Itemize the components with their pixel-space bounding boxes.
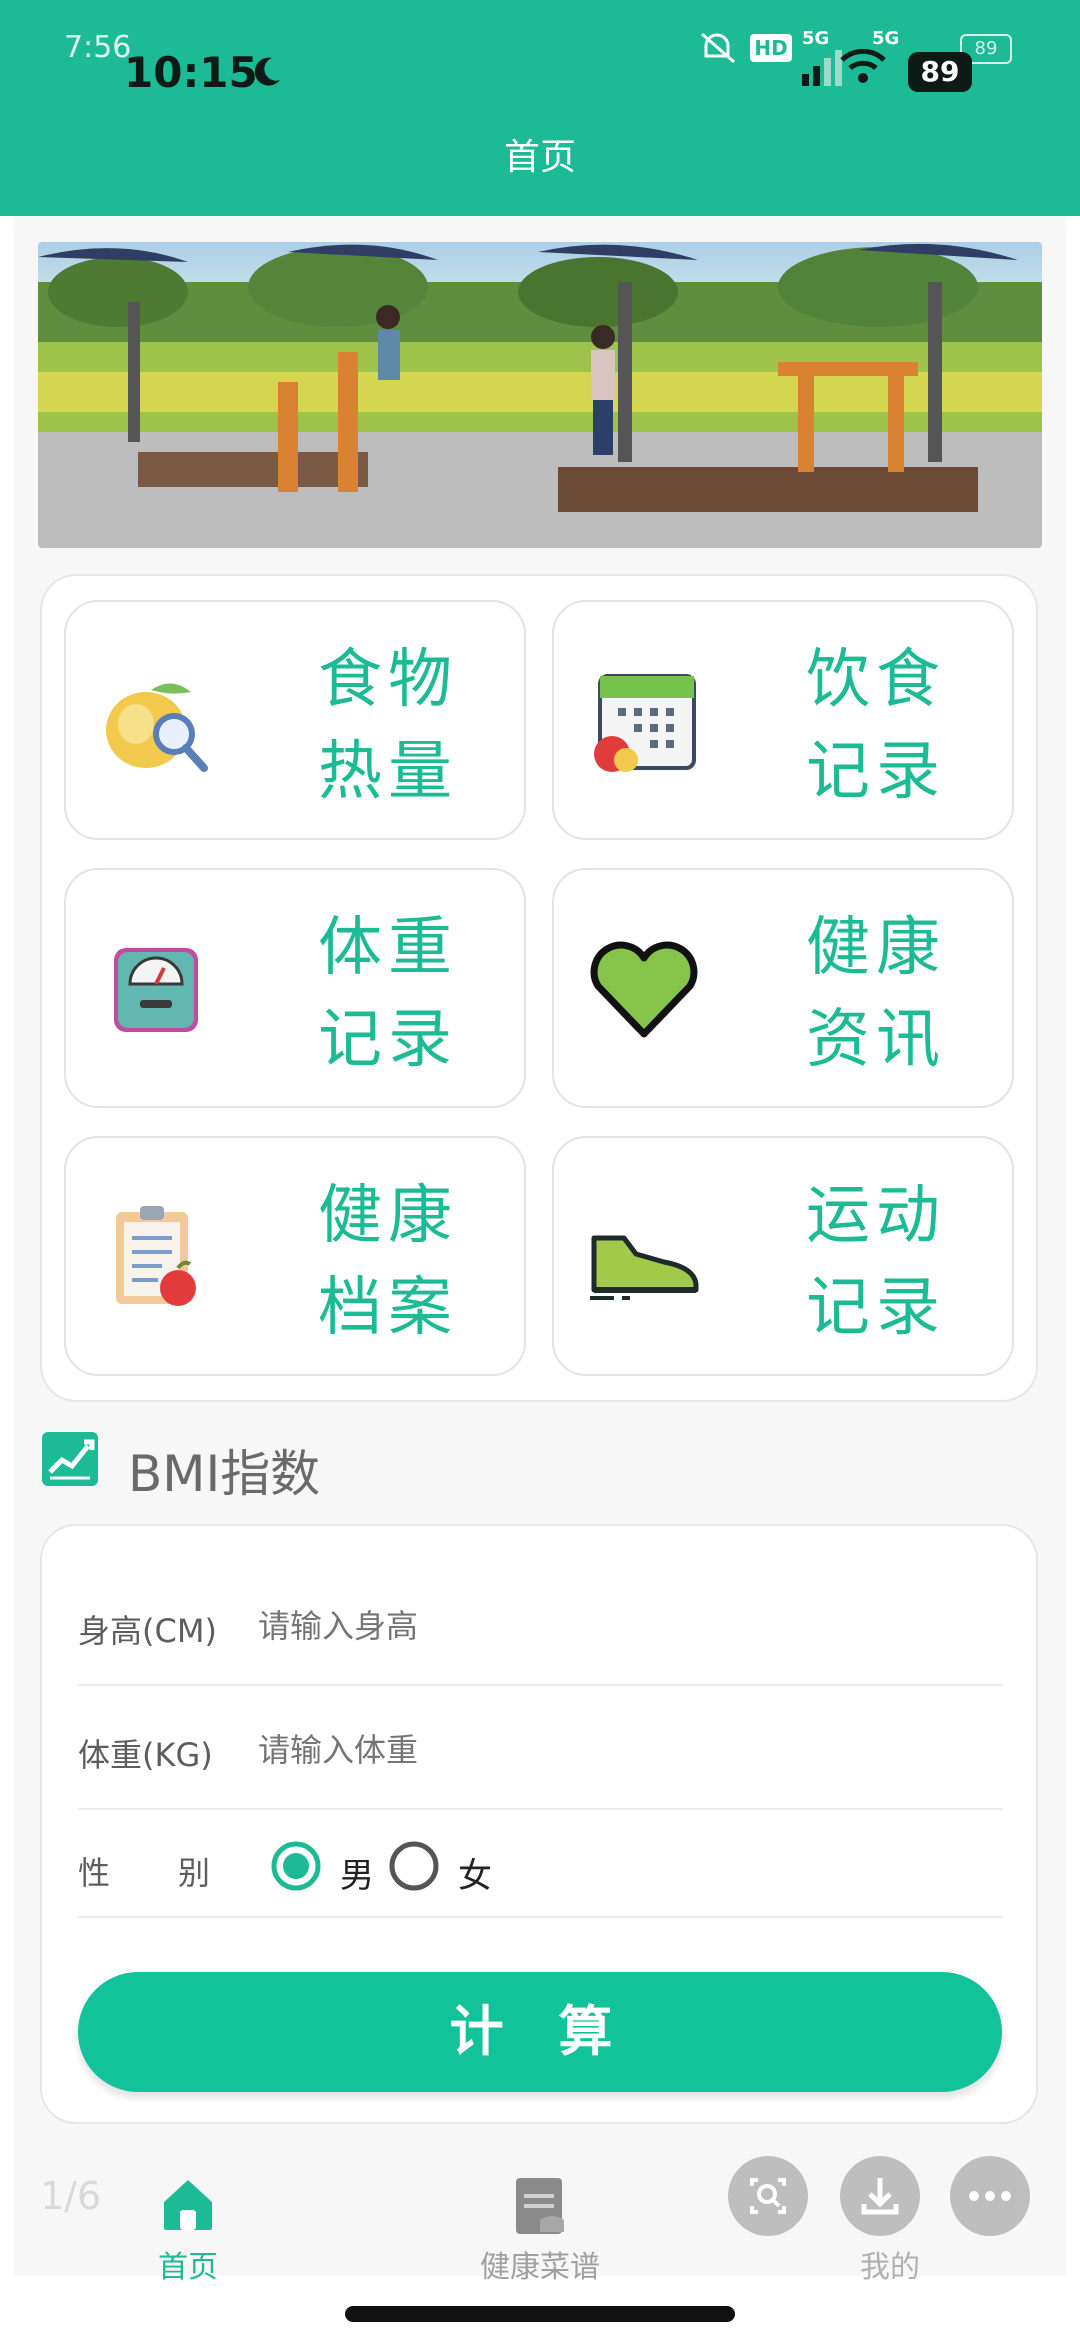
tile-health-profile[interactable]: 健康 档案 xyxy=(64,1136,526,1376)
mute-bell-icon xyxy=(701,32,735,64)
tile-diet-record[interactable]: 饮食 记录 xyxy=(552,600,1014,840)
bmi-chart-icon xyxy=(42,1432,98,1486)
tile-label: 体重 记录 xyxy=(318,911,458,1077)
download-icon xyxy=(861,2178,899,2215)
radio-female[interactable] xyxy=(388,1840,440,1892)
screenshot-search-button[interactable] xyxy=(728,2156,808,2236)
tile-label: 运动 记录 xyxy=(806,1179,946,1345)
radio-male[interactable] xyxy=(270,1840,322,1892)
height-input[interactable] xyxy=(258,1604,958,1648)
home-indicator xyxy=(345,2306,735,2322)
download-button[interactable] xyxy=(840,2156,920,2236)
menu-book-icon xyxy=(516,2178,564,2234)
gender-label-part2: 别 xyxy=(178,1854,211,1892)
divider xyxy=(78,1916,1003,1918)
page-title: 首页 xyxy=(503,137,576,178)
tab-home[interactable]: 首页 xyxy=(88,2172,288,2285)
moon-icon xyxy=(254,57,280,86)
bmi-title: BMI指数 xyxy=(128,1445,321,1503)
status-time-back: 7:56 xyxy=(64,30,132,65)
tile-food-calorie[interactable]: 食物 热量 xyxy=(64,600,526,840)
tab-health-recipes[interactable]: 健康菜谱 xyxy=(440,2172,640,2285)
weight-input[interactable] xyxy=(258,1728,958,1772)
weight-label: 体重(KG) xyxy=(78,1736,213,1774)
tile-label: 食物 热量 xyxy=(318,643,458,809)
home-icon xyxy=(164,2180,212,2230)
food-calorie-icon xyxy=(106,683,208,772)
divider xyxy=(78,1808,1003,1810)
more-dots-icon xyxy=(969,2191,1011,2201)
gender-label-part1: 性 xyxy=(78,1854,111,1892)
sneaker-icon xyxy=(590,1235,699,1300)
scan-search-icon xyxy=(750,2178,786,2214)
app-header: 7:56 10:15 HD 5G 5G 89 89 首页 xyxy=(0,0,1080,216)
status-time: 10:15 xyxy=(124,48,258,97)
hd-badge: HD xyxy=(750,34,792,62)
tile-label: 健康 资讯 xyxy=(806,911,946,1077)
tile-label: 健康 档案 xyxy=(318,1179,458,1345)
male-label: 男 xyxy=(340,1856,374,1896)
female-label: 女 xyxy=(458,1856,492,1896)
more-button[interactable] xyxy=(950,2156,1030,2236)
network-label-a: 5G xyxy=(802,28,830,49)
battery-indicator: 89 xyxy=(908,52,972,92)
calculate-button[interactable]: 计 算 xyxy=(78,1972,1002,2092)
tile-health-news[interactable]: 健康 资讯 xyxy=(552,868,1014,1108)
weight-scale-icon xyxy=(114,948,198,1032)
health-clipboard-icon xyxy=(116,1206,196,1306)
tab-label: 健康菜谱 xyxy=(480,2250,600,2285)
heart-icon xyxy=(590,941,698,1038)
height-label: 身高(CM) xyxy=(78,1612,217,1650)
diet-calendar-icon xyxy=(594,674,696,772)
tile-label: 饮食 记录 xyxy=(806,643,946,809)
divider xyxy=(78,1684,1003,1686)
banner-image[interactable] xyxy=(38,242,1042,548)
wifi-icon xyxy=(840,48,886,83)
tab-label: 我的 xyxy=(860,2250,920,2285)
tile-weight-record[interactable]: 体重 记录 xyxy=(64,868,526,1108)
tab-label: 首页 xyxy=(158,2250,218,2285)
tile-exercise-record[interactable]: 运动 记录 xyxy=(552,1136,1014,1376)
